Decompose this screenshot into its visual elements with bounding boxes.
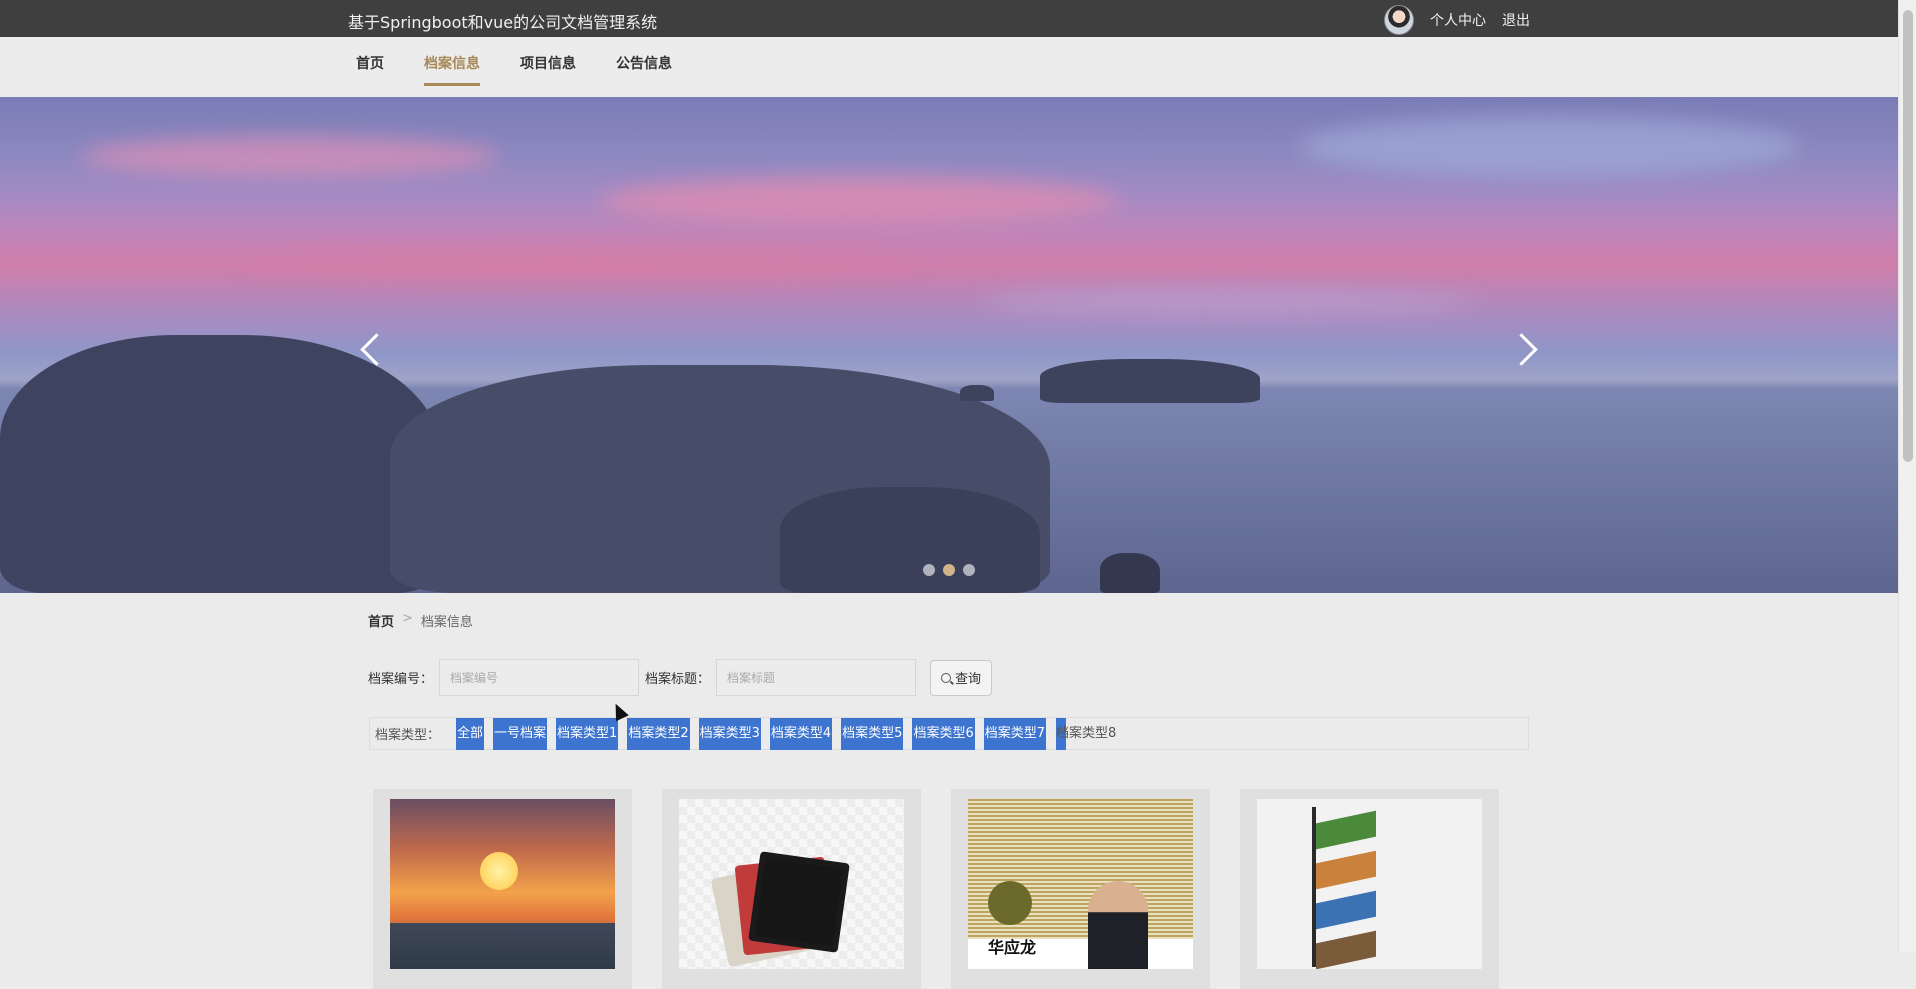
rack-shape <box>1312 807 1376 969</box>
carousel-next-button[interactable] <box>1506 329 1546 369</box>
banner-cloud <box>1300 117 1800 177</box>
rack-shelf <box>1316 930 1376 969</box>
search-form: 档案编号： 档案标题： 查询 <box>368 659 993 696</box>
banner-cloud <box>240 247 920 281</box>
breadcrumb-current: 档案信息 <box>420 615 473 630</box>
top-bar: 基于Springboot和vue的公司文档管理系统 个人中心 退出 <box>0 0 1898 37</box>
sun-shape <box>480 852 518 890</box>
page-scrollbar[interactable] <box>1898 0 1916 952</box>
banner-rock <box>0 335 440 593</box>
user-avatar-icon[interactable] <box>1384 5 1414 35</box>
archive-type-filter: 档案类型： 全部 一号档案 档案类型1 档案类型2 档案类型3 档案类型4 档案… <box>369 717 1529 750</box>
archive-card[interactable] <box>662 789 921 989</box>
rack-shelf <box>1316 850 1376 890</box>
type-filter-item[interactable]: 档案类型3 <box>698 717 761 750</box>
archive-number-input[interactable] <box>439 659 640 696</box>
book-cover-image: 华应龙 <box>968 799 1193 969</box>
archive-card[interactable] <box>373 789 632 989</box>
carousel-dot[interactable] <box>923 564 935 576</box>
banner-cloud <box>80 137 500 177</box>
nav-item-home[interactable]: 首页 <box>356 37 384 97</box>
banner-cloud <box>980 287 1480 317</box>
archive-number-label: 档案编号： <box>368 672 434 687</box>
nav-item-archives[interactable]: 档案信息 <box>424 37 480 97</box>
type-filter-item[interactable]: 档案类型1 <box>556 717 619 750</box>
profile-link[interactable]: 个人中心 <box>1430 10 1486 30</box>
type-filter-item[interactable]: 档案类型5 <box>841 717 904 750</box>
tablet-shape <box>748 851 850 953</box>
banner-cloud <box>600 177 1120 225</box>
type-filter-item[interactable]: 档案类型2 <box>627 717 690 750</box>
archive-card[interactable] <box>1240 789 1499 989</box>
type-filter-item[interactable]: 一号档案 <box>493 717 548 750</box>
breadcrumb-separator: > <box>402 611 413 626</box>
search-button[interactable]: 查询 <box>930 659 993 696</box>
magazines-tablet-image <box>679 799 904 969</box>
search-button-label: 查询 <box>955 672 982 687</box>
archive-title-input[interactable] <box>716 659 917 696</box>
portrait-shape <box>1088 881 1148 969</box>
rack-shelf <box>1316 810 1376 850</box>
rack-shelf <box>1316 890 1376 930</box>
type-filter-item[interactable]: 档案类型4 <box>769 717 833 750</box>
city-silhouette <box>390 923 615 969</box>
magazine-rack-image <box>1257 799 1482 969</box>
archive-type-label: 档案类型： <box>375 728 441 743</box>
cover-badge <box>988 881 1032 925</box>
nav-item-notices[interactable]: 公告信息 <box>616 37 672 97</box>
banner-rock <box>1040 359 1260 403</box>
nav-item-projects[interactable]: 项目信息 <box>520 37 576 97</box>
search-icon <box>941 672 952 683</box>
main-nav: 首页 档案信息 项目信息 公告信息 <box>0 37 1898 97</box>
logout-link[interactable]: 退出 <box>1502 10 1530 30</box>
breadcrumb-home[interactable]: 首页 <box>368 611 394 630</box>
banner-carousel <box>0 97 1898 593</box>
carousel-indicators <box>923 564 975 576</box>
scrollbar-thumb[interactable] <box>1903 10 1913 462</box>
archive-card-list: 华应龙 <box>373 789 1499 989</box>
type-filter-item[interactable]: 档案类型6 <box>912 717 975 750</box>
user-area: 个人中心 退出 <box>1384 5 1530 35</box>
book-cover-title: 华应龙 <box>988 938 1037 957</box>
archive-title-label: 档案标题： <box>645 672 711 687</box>
banner-rock <box>1100 553 1160 593</box>
carousel-dot[interactable] <box>963 564 975 576</box>
type-filter-item[interactable]: 档案类型7 <box>983 717 1047 750</box>
type-filter-item[interactable]: 档案类型8 <box>1055 718 1117 750</box>
banner-rock <box>780 487 1040 593</box>
app-title: 基于Springboot和vue的公司文档管理系统 <box>348 13 658 32</box>
type-filter-all[interactable]: 全部 <box>456 717 485 750</box>
breadcrumb: 首页 > 档案信息 <box>368 611 473 630</box>
banner-rock <box>960 385 994 401</box>
sunset-heart-birds-image <box>390 799 615 969</box>
carousel-prev-button[interactable] <box>355 329 395 369</box>
archive-card[interactable]: 华应龙 <box>951 789 1210 989</box>
carousel-dot-active[interactable] <box>943 564 955 576</box>
